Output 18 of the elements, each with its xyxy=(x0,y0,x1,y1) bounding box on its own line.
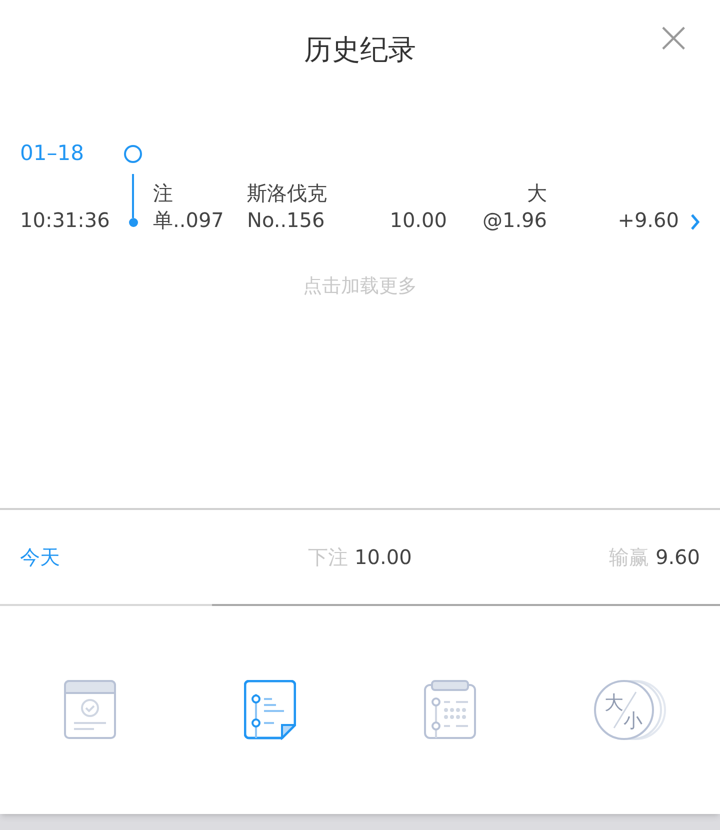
page-title: 历史纪录 xyxy=(304,32,416,68)
list-document-icon xyxy=(244,680,296,740)
date-label: 01–18 xyxy=(19,140,85,168)
pick-label: 大 xyxy=(527,180,547,207)
period-label[interactable]: 今天 xyxy=(20,542,220,572)
chevron-right-icon[interactable] xyxy=(689,212,701,232)
result-amount: +9.60 xyxy=(616,207,679,234)
clipboard-list-icon xyxy=(424,680,476,740)
calendar-check-icon xyxy=(64,680,116,740)
record-time: 10:31:36 xyxy=(19,207,111,234)
tab-button[interactable]: 大 小 xyxy=(590,670,670,750)
league-name: 斯洛伐克 xyxy=(247,180,328,207)
odds-value: @1.96 xyxy=(482,207,547,234)
close-button[interactable]: × xyxy=(655,16,692,60)
match-number: No..156 xyxy=(247,207,326,234)
stake-amount: 10.00 xyxy=(388,207,447,234)
timeline-node-icon xyxy=(124,145,142,163)
order-number: 注 单..097 xyxy=(152,180,225,234)
